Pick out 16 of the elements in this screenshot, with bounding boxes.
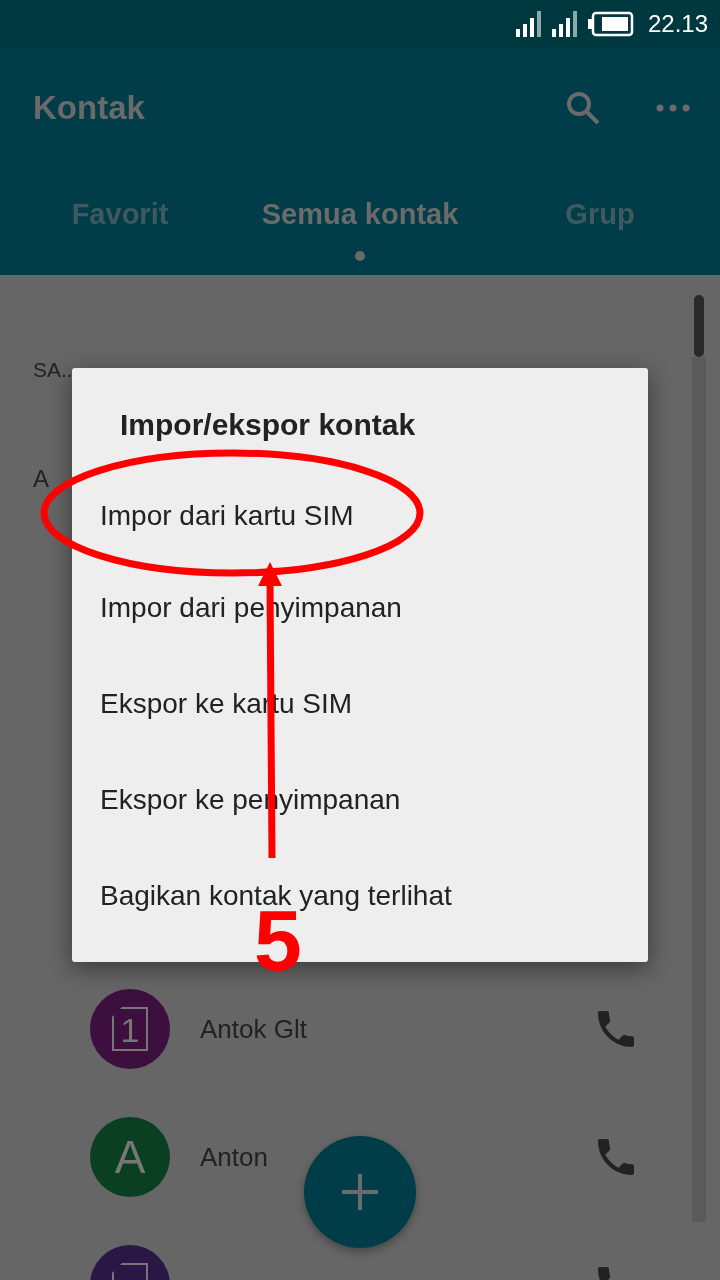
search-icon[interactable] <box>565 90 601 126</box>
clock: 22.13 <box>647 10 708 38</box>
menu-item[interactable]: Impor dari kartu SIM <box>72 472 648 560</box>
scrollbar-thumb <box>694 295 704 357</box>
section-letter: A <box>33 465 49 493</box>
tab-indicator <box>355 251 365 261</box>
more-icon[interactable] <box>656 104 690 112</box>
signal-icon <box>551 11 578 37</box>
plus-icon <box>342 1174 378 1210</box>
app-title: Kontak <box>33 89 145 127</box>
sim-card-number: 1 <box>112 1007 148 1051</box>
avatar-letter: A <box>114 1130 146 1184</box>
dialog-title: Impor/ekspor kontak <box>119 408 417 443</box>
battery-icon <box>587 11 634 37</box>
section-label: SA.. <box>33 358 74 382</box>
signal-icon <box>515 11 542 37</box>
